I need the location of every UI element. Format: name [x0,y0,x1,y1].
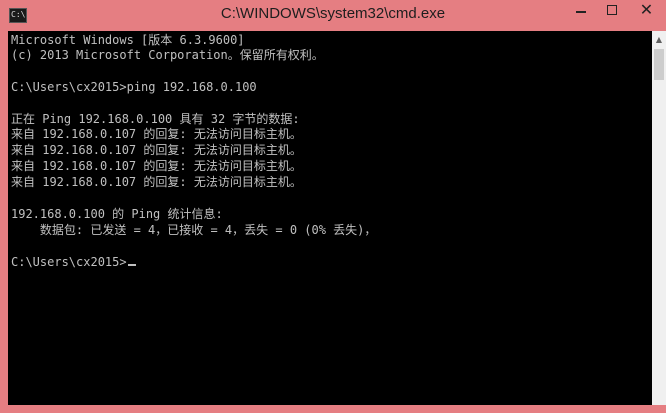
cmd-window: C:\ C:\WINDOWS\system32\cmd.exe ✕ Micros… [0,0,666,413]
title-bar[interactable]: C:\ C:\WINDOWS\system32\cmd.exe ✕ [0,0,666,31]
console-line: 来自 192.168.0.107 的回复: 无法访问目标主机。 [11,175,302,189]
console-output[interactable]: Microsoft Windows [版本 6.3.9600] (c) 2013… [8,31,652,405]
console-line: 数据包: 已发送 = 4，已接收 = 4，丢失 = 0 (0% 丢失)， [11,223,377,237]
close-button[interactable]: ✕ [627,0,666,22]
console-line: C:\Users\cx2015>ping 192.168.0.100 [11,80,257,94]
console-line: 来自 192.168.0.107 的回复: 无法访问目标主机。 [11,143,302,157]
console-line: 来自 192.168.0.107 的回复: 无法访问目标主机。 [11,159,302,173]
console-line: 192.168.0.100 的 Ping 统计信息: [11,207,223,221]
prompt-text: C:\Users\cx2015> [11,255,127,269]
vertical-scrollbar[interactable]: ▲ [652,31,666,405]
console-line: 正在 Ping 192.168.0.100 具有 32 字节的数据: [11,112,300,126]
window-bottom-border [0,405,666,413]
prompt-line[interactable]: C:\Users\cx2015> [11,255,136,270]
minimize-icon [576,11,586,13]
scroll-up-icon[interactable]: ▲ [652,31,666,48]
minimize-button[interactable] [566,0,596,22]
console-line: Microsoft Windows [版本 6.3.9600] [11,33,245,47]
console-line: (c) 2013 Microsoft Corporation。保留所有权利。 [11,48,324,62]
close-icon: ✕ [639,0,654,19]
maximize-icon [607,5,617,15]
scroll-thumb[interactable] [654,49,664,80]
console-line: 来自 192.168.0.107 的回复: 无法访问目标主机。 [11,127,302,141]
text-cursor [127,264,136,266]
maximize-button[interactable] [597,0,627,22]
